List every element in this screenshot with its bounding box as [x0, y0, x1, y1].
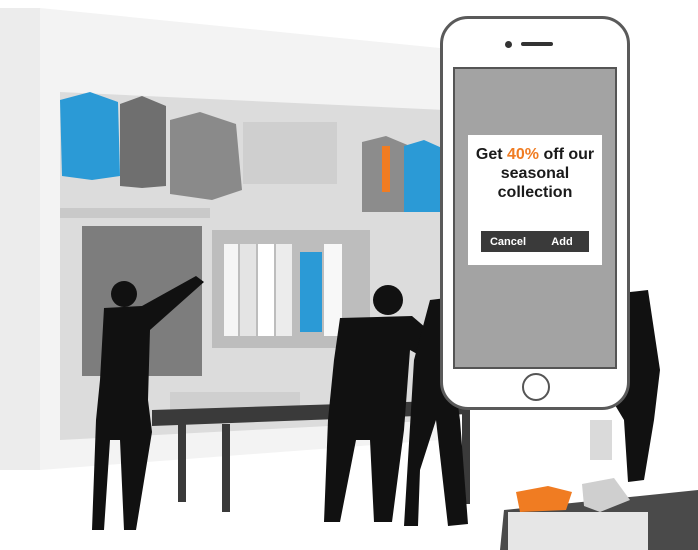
- promo-message: Get 40% off our seasonal collection: [468, 145, 602, 202]
- orange-tie: [382, 146, 390, 192]
- rack-shirt-2: [240, 244, 256, 336]
- table-leg-mid: [222, 424, 230, 512]
- promo-line-3: collection: [497, 184, 573, 201]
- dialog-buttons: Cancel Add: [468, 231, 602, 252]
- home-button[interactable]: [522, 373, 550, 401]
- right-blue-jacket: [404, 140, 442, 212]
- blue-jacket: [60, 92, 120, 180]
- camera-icon: [505, 41, 512, 48]
- rack-shirt-5: [324, 244, 342, 336]
- table-leg-left: [178, 424, 186, 502]
- top-shelf: [60, 208, 210, 218]
- rack-shirt-1: [224, 244, 238, 336]
- bin-folded-white: [508, 512, 648, 550]
- cancel-button[interactable]: Cancel: [481, 231, 535, 252]
- rack-shirt-3: [258, 244, 274, 336]
- phone-screen: Get 40% off our seasonal collection Canc…: [453, 67, 617, 369]
- promo-discount: 40%: [507, 146, 540, 163]
- wall-display-panel: [243, 122, 337, 184]
- promo-dialog: Get 40% off our seasonal collection Canc…: [468, 135, 602, 265]
- dark-jacket: [170, 112, 242, 200]
- speaker-slot: [521, 42, 553, 46]
- promo-text-before: Get: [475, 146, 507, 163]
- promo-text-after: off our: [539, 146, 595, 163]
- add-button[interactable]: Add: [535, 231, 589, 252]
- grey-jacket: [120, 96, 166, 188]
- promo-line-2: seasonal: [500, 165, 570, 182]
- smartphone: Get 40% off our seasonal collection Canc…: [440, 16, 630, 410]
- shopper-middle-head: [373, 285, 403, 315]
- rack-shirt-4: [276, 244, 292, 336]
- shopper-left-head: [111, 281, 137, 307]
- bin-folded-orange: [516, 486, 572, 512]
- store-back-wall: [0, 8, 40, 470]
- rack-shirt-blue: [300, 252, 322, 332]
- shopping-bag: [590, 420, 612, 460]
